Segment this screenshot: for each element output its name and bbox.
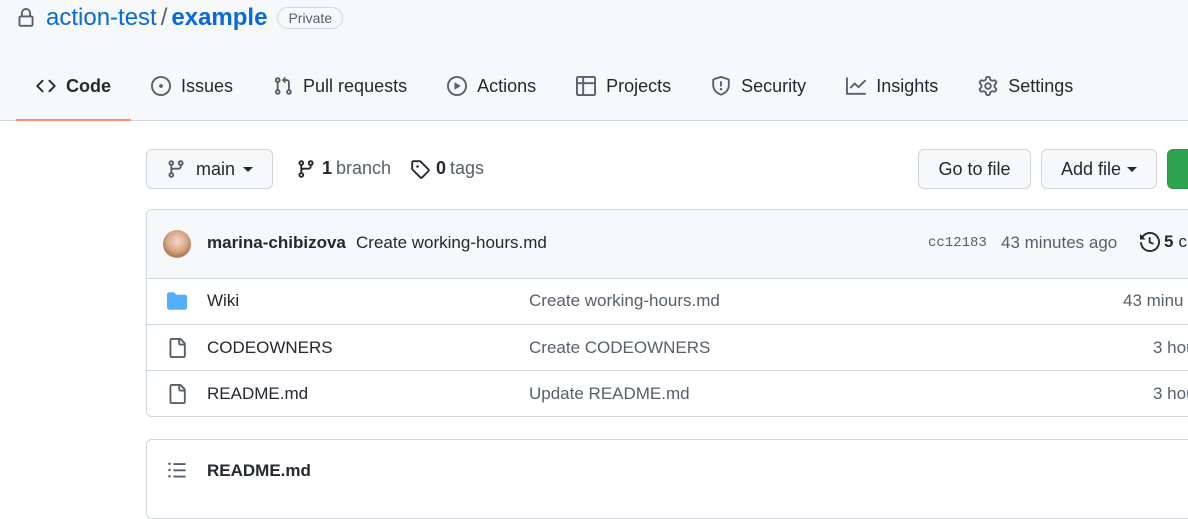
folder-icon	[167, 292, 187, 310]
tab-label: Actions	[477, 76, 537, 96]
commits-count: 5	[1164, 232, 1174, 251]
table-row[interactable]: README.md Update README.md 3 hou	[147, 370, 1188, 416]
add-file-button[interactable]: Add file	[1041, 149, 1157, 189]
tab-label: Issues	[181, 76, 234, 96]
tab-label: Code	[66, 76, 111, 96]
file-commit-message[interactable]: Update README.md	[529, 384, 690, 404]
code-icon	[36, 79, 56, 93]
branch-count: 1	[322, 158, 333, 178]
tab-label: Security	[741, 76, 807, 96]
tab-label: Pull requests	[303, 76, 408, 96]
chevron-down-icon	[243, 166, 253, 172]
git-pull-request-icon	[274, 76, 292, 95]
shield-icon	[712, 76, 730, 96]
tab-label: Settings	[1008, 76, 1074, 96]
branch-select-button[interactable]: main	[146, 149, 273, 189]
tag-icon	[411, 159, 430, 179]
tab-label: Projects	[606, 76, 672, 96]
file-commit-time: 3 hou	[1153, 384, 1188, 403]
tab-pull-requests[interactable]: Pull requests	[253, 68, 427, 120]
file-commit-time: 3 hou	[1153, 338, 1188, 357]
tab-actions[interactable]: Actions	[427, 68, 556, 120]
add-file-label: Add file	[1060, 158, 1122, 179]
commit-time: 43 minutes ago	[1001, 233, 1118, 252]
tab-settings[interactable]: Settings	[958, 68, 1093, 120]
code-button[interactable]	[1167, 149, 1188, 189]
table-row[interactable]: Wiki Create working-hours.md 43 minu	[147, 278, 1188, 324]
file-name-link[interactable]: Wiki	[207, 291, 239, 311]
repo-owner-link[interactable]: action-test	[46, 4, 157, 32]
latest-commit-bar: marina-chibizova Create working-hours.md…	[147, 210, 1188, 279]
readme-panel: README.md	[146, 439, 1188, 519]
file-icon	[169, 338, 186, 358]
branches-link[interactable]: 1 branch	[296, 158, 391, 179]
avatar[interactable]	[163, 230, 191, 258]
repo-header: action-test / example Private Code Issue…	[0, 0, 1188, 121]
tab-label: Insights	[876, 76, 939, 96]
tag-label: tags	[450, 158, 485, 178]
tab-code[interactable]: Code	[16, 68, 131, 121]
file-commit-time: 43 minu	[1123, 291, 1184, 310]
commit-author-link[interactable]: marina-chibizova	[207, 233, 346, 253]
issue-opened-icon	[151, 76, 171, 96]
tab-security[interactable]: Security	[691, 68, 826, 120]
branch-label: branch	[336, 158, 392, 178]
tags-link[interactable]: 0 tags	[410, 158, 484, 179]
table-icon	[576, 76, 597, 96]
path-separator: /	[160, 4, 168, 31]
repo-nav-tabs: Code Issues Pull requests Actions Projec…	[16, 68, 1093, 121]
tag-count: 0	[436, 158, 447, 178]
go-to-file-label: Go to file	[938, 158, 1011, 179]
commits-history-link[interactable]: 5 c	[1140, 232, 1187, 252]
commits-label: c	[1178, 232, 1187, 251]
chevron-down-icon	[1127, 166, 1138, 172]
git-branch-icon	[298, 159, 314, 178]
tab-issues[interactable]: Issues	[131, 68, 253, 120]
file-list: marina-chibizova Create working-hours.md…	[146, 209, 1188, 417]
tab-projects[interactable]: Projects	[556, 68, 691, 120]
graph-icon	[846, 77, 867, 95]
readme-title[interactable]: README.md	[207, 461, 311, 481]
repo-title: action-test / example Private	[16, 2, 344, 34]
file-commit-message[interactable]: Create CODEOWNERS	[529, 338, 710, 358]
table-row[interactable]: CODEOWNERS Create CODEOWNERS 3 hou	[147, 324, 1188, 371]
lock-icon	[18, 8, 34, 27]
file-commit-message[interactable]: Create working-hours.md	[529, 291, 720, 311]
file-name-link[interactable]: README.md	[207, 384, 308, 404]
git-branch-icon	[168, 160, 184, 178]
play-icon	[447, 76, 468, 96]
tab-insights[interactable]: Insights	[826, 68, 958, 120]
file-name-link[interactable]: CODEOWNERS	[207, 338, 333, 358]
visibility-badge: Private	[277, 7, 344, 29]
commit-message-link[interactable]: Create working-hours.md	[356, 233, 547, 253]
history-icon	[1140, 232, 1160, 252]
commit-sha-link[interactable]: cc12183	[928, 235, 987, 251]
branch-name: main	[195, 158, 235, 179]
gear-icon	[978, 76, 998, 96]
list-unordered-icon[interactable]	[167, 460, 187, 480]
file-icon	[169, 384, 186, 404]
go-to-file-button[interactable]: Go to file	[918, 149, 1031, 189]
repo-name-link[interactable]: example	[171, 4, 267, 32]
